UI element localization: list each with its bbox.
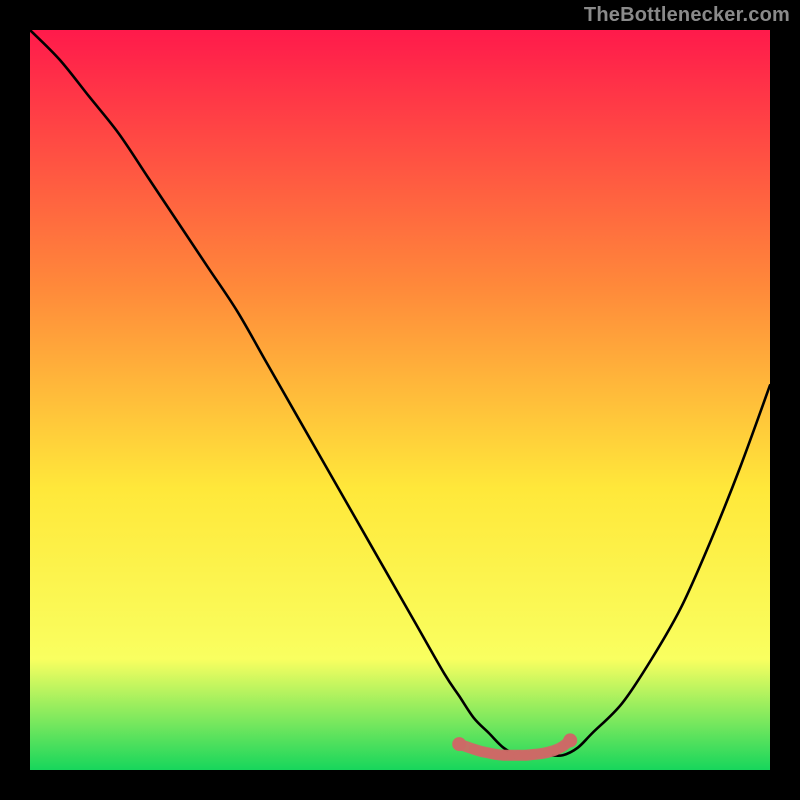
chart-frame: TheBottlenecker.com bbox=[0, 0, 800, 800]
attribution-text: TheBottlenecker.com bbox=[584, 4, 790, 27]
plot-area bbox=[30, 30, 770, 770]
chart-svg bbox=[30, 30, 770, 770]
gradient-background bbox=[30, 30, 770, 770]
